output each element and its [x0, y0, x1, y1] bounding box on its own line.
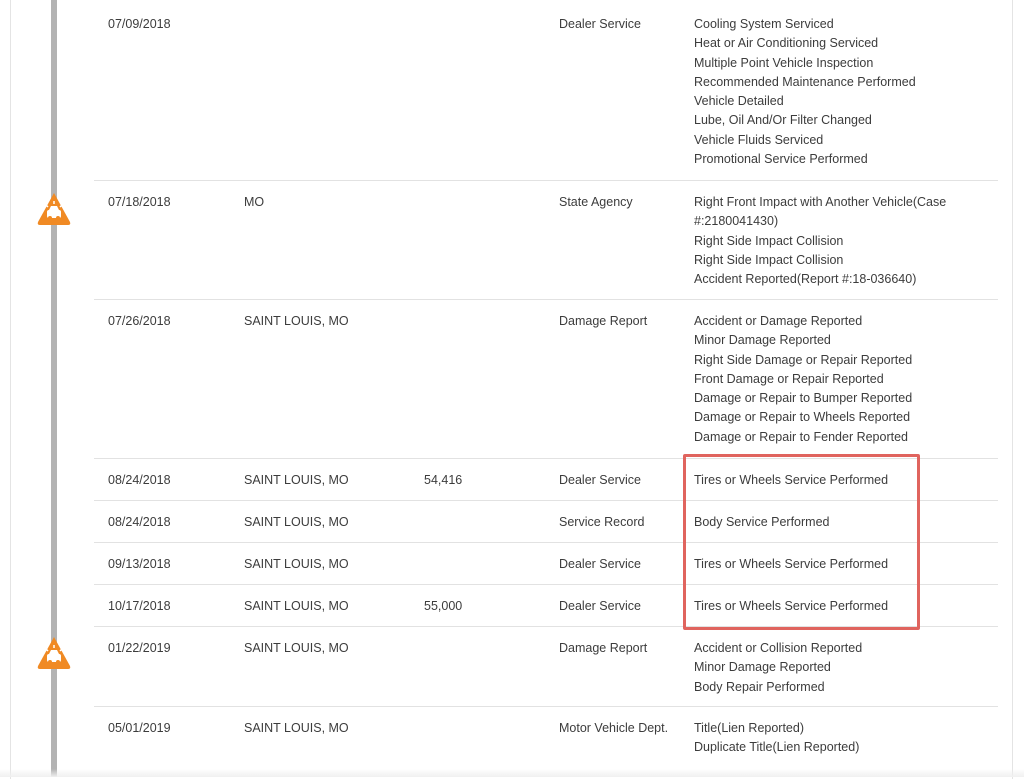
record-details: Accident or Collision Reported Minor Dam… [694, 639, 974, 697]
history-row: 08/24/2018 SAINT LOUIS, MO Service Recor… [94, 500, 998, 542]
record-location: SAINT LOUIS, MO [244, 473, 349, 487]
detail-item: Lube, Oil And/Or Filter Changed [694, 113, 872, 128]
record-details: Tires or Wheels Service Performed [694, 597, 974, 616]
detail-item: Right Side Impact Collision [694, 252, 844, 267]
record-details: Tires or Wheels Service Performed [694, 471, 974, 490]
record-location: SAINT LOUIS, MO [244, 515, 349, 529]
record-location: SAINT LOUIS, MO [244, 557, 349, 571]
detail-item: Vehicle Fluids Serviced [694, 132, 824, 147]
record-date: 08/24/2018 [108, 473, 171, 487]
bottom-fade [0, 769, 1024, 777]
history-row: 09/13/2018 SAINT LOUIS, MO Dealer Servic… [94, 542, 998, 584]
detail-item: Multiple Point Vehicle Inspection [694, 55, 874, 70]
accident-icon [37, 193, 71, 225]
record-source: Dealer Service [559, 473, 641, 487]
record-odometer: 54,416 [424, 473, 463, 487]
detail-item: Damage or Repair to Fender Reported [694, 429, 909, 444]
detail-item: Right Front Impact with Another Vehicle(… [694, 195, 947, 209]
detail-item: Body Repair Performed [694, 679, 825, 694]
record-source: Service Record [559, 515, 645, 529]
detail-item: Heat or Air Conditioning Serviced [694, 36, 879, 51]
detail-item: Title(Lien Reported) [694, 721, 805, 735]
detail-item: Accident or Collision Reported [694, 641, 863, 655]
history-row: 05/01/2019 SAINT LOUIS, MO Motor Vehicle… [94, 706, 998, 774]
record-location: SAINT LOUIS, MO [244, 599, 349, 613]
record-details: Accident or Damage Reported Minor Damage… [694, 312, 974, 447]
history-row: 07/18/2018 MO State Agency Right Front I… [94, 180, 998, 299]
record-date: 07/26/2018 [108, 314, 171, 328]
detail-item: Cooling System Serviced [694, 17, 834, 31]
detail-item: Damage or Repair to Bumper Reported [694, 391, 913, 406]
detail-item: Right Side Impact Collision [694, 233, 844, 248]
record-details: Right Front Impact with Another Vehicle(… [694, 193, 974, 289]
record-odometer: 55,000 [424, 599, 463, 613]
detail-item: Tires or Wheels Service Performed [694, 557, 889, 571]
record-details: Tires or Wheels Service Performed [694, 555, 974, 574]
history-rows: 07/09/2018 Dealer Service Cooling System… [94, 3, 998, 774]
record-source: State Agency [559, 195, 633, 209]
record-date: 10/17/2018 [108, 599, 171, 613]
record-details: Title(Lien Reported) Duplicate Title(Lie… [694, 719, 974, 758]
detail-item: Front Damage or Repair Reported [694, 371, 884, 386]
record-date: 07/09/2018 [108, 17, 171, 31]
detail-item: #:2180041430) [694, 214, 779, 229]
record-source: Dealer Service [559, 557, 641, 571]
detail-item: Accident Reported(Report #:18-036640) [694, 272, 917, 287]
history-row: 08/24/2018 SAINT LOUIS, MO 54,416 Dealer… [94, 458, 998, 500]
history-row: 07/09/2018 Dealer Service Cooling System… [94, 3, 998, 180]
record-location: MO [244, 195, 265, 209]
detail-item: Damage or Repair to Wheels Reported [694, 410, 911, 425]
detail-item: Tires or Wheels Service Performed [694, 473, 889, 487]
record-location: SAINT LOUIS, MO [244, 641, 349, 655]
record-date: 01/22/2019 [108, 641, 171, 655]
history-row: 01/22/2019 SAINT LOUIS, MO Damage Report… [94, 626, 998, 706]
detail-item: Vehicle Detailed [694, 94, 784, 109]
record-source: Motor Vehicle Dept. [559, 721, 669, 735]
detail-item: Promotional Service Performed [694, 152, 868, 167]
record-source: Damage Report [559, 314, 648, 328]
record-details: Body Service Performed [694, 513, 974, 532]
detail-item: Minor Damage Reported [694, 333, 831, 348]
record-details: Cooling System Serviced Heat or Air Cond… [694, 15, 974, 169]
record-date: 08/24/2018 [108, 515, 171, 529]
detail-item: Tires or Wheels Service Performed [694, 599, 889, 613]
record-location: SAINT LOUIS, MO [244, 721, 349, 735]
history-row: 10/17/2018 SAINT LOUIS, MO 55,000 Dealer… [94, 584, 998, 626]
record-location: SAINT LOUIS, MO [244, 314, 349, 328]
record-source: Damage Report [559, 641, 648, 655]
detail-item: Recommended Maintenance Performed [694, 74, 916, 89]
accident-icon [37, 637, 71, 669]
detail-item: Body Service Performed [694, 515, 830, 529]
record-date: 05/01/2019 [108, 721, 171, 735]
detail-item: Minor Damage Reported [694, 660, 831, 675]
record-source: Dealer Service [559, 17, 641, 31]
record-date: 07/18/2018 [108, 195, 171, 209]
detail-item: Accident or Damage Reported [694, 314, 863, 328]
record-source: Dealer Service [559, 599, 641, 613]
record-date: 09/13/2018 [108, 557, 171, 571]
detail-item: Right Side Damage or Repair Reported [694, 352, 913, 367]
history-row: 07/26/2018 SAINT LOUIS, MO Damage Report… [94, 299, 998, 458]
detail-item: Duplicate Title(Lien Reported) [694, 740, 860, 755]
